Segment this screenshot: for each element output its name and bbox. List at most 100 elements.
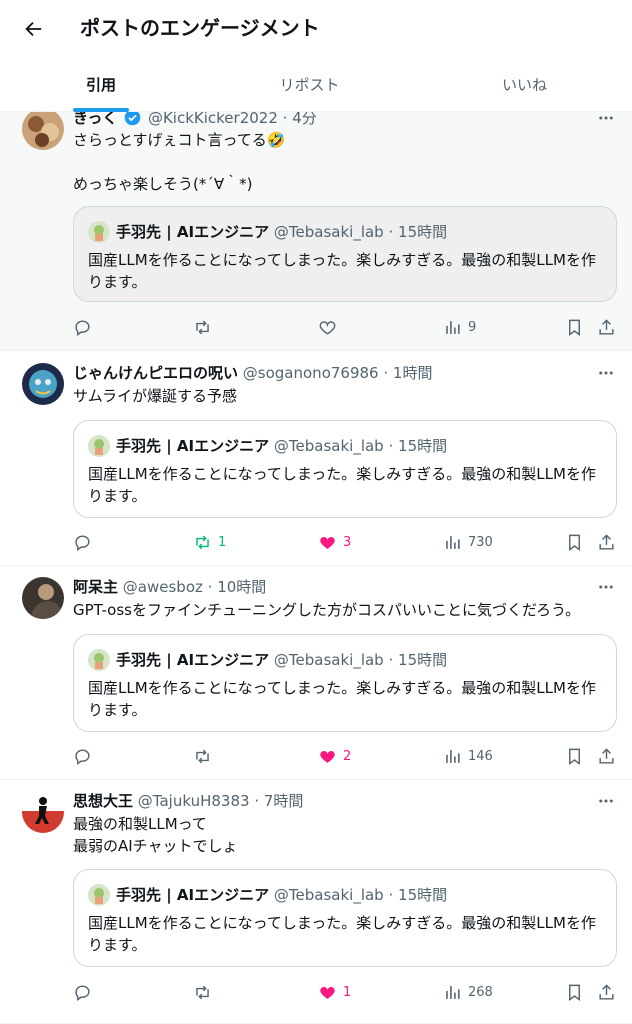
- share-button[interactable]: [597, 532, 616, 552]
- share-button[interactable]: [597, 317, 616, 337]
- reply-icon: [75, 748, 90, 765]
- post[interactable]: 思想大王 @TajukuH8383 · 7時間 最強の和製LLMって 最弱のAI…: [0, 780, 632, 1024]
- share-button[interactable]: [597, 746, 616, 766]
- quoted-time: · 15時間: [388, 437, 448, 455]
- like-count: 1: [343, 984, 352, 1000]
- share-icon: [599, 747, 614, 764]
- repost-button[interactable]: [193, 317, 218, 337]
- quoted-avatar: [88, 649, 110, 671]
- author-name[interactable]: 阿呆主: [73, 578, 118, 596]
- reply-icon: [75, 319, 90, 336]
- post[interactable]: きっく @KickKicker2022 · 4分 さらっとすげぇコト言ってる🤣 …: [0, 98, 632, 351]
- quoted-author-handle: @Tebasaki_lab: [273, 886, 384, 904]
- bookmark-icon: [569, 984, 580, 1001]
- quoted-post[interactable]: 手羽先 | AIエンジニア @Tebasaki_lab · 15時間 国産LLM…: [73, 634, 617, 732]
- author-handle[interactable]: @TajukuH8383: [138, 792, 250, 810]
- views-button[interactable]: 146: [443, 746, 493, 766]
- post-text: GPT-ossをファインチューニングした方がコスパいいことに気づくだろう。: [73, 601, 581, 619]
- reply-button[interactable]: [73, 532, 98, 552]
- quoted-time: · 15時間: [388, 651, 448, 669]
- quoted-text: 国産LLMを作ることになってしまった。楽しみすぎる。最強の和製LLMを作ります。: [88, 251, 596, 291]
- quoted-text: 国産LLMを作ることになってしまった。楽しみすぎる。最強の和製LLMを作ります。: [88, 679, 596, 719]
- share-icon: [599, 533, 614, 550]
- reply-button[interactable]: [73, 317, 98, 337]
- post[interactable]: じゃんけんピエロの呪い @soganono76986 · 1時間 サムライが爆誕…: [0, 352, 632, 566]
- repost-icon: [196, 320, 209, 334]
- avatar[interactable]: [22, 363, 64, 405]
- repost-button[interactable]: [193, 746, 218, 766]
- repost-icon: [196, 749, 209, 763]
- like-button[interactable]: [318, 317, 343, 337]
- more-button[interactable]: [594, 791, 618, 811]
- action-bar: 1 3 730: [73, 532, 618, 552]
- reply-button[interactable]: [73, 982, 98, 1002]
- share-icon: [599, 983, 614, 1000]
- quoted-author-name: 手羽先 | AIエンジニア: [116, 651, 270, 669]
- bookmark-button[interactable]: [565, 317, 584, 337]
- views-chart-icon: [446, 985, 460, 999]
- like-count: 2: [343, 748, 352, 764]
- author-name[interactable]: 思想大王: [73, 792, 133, 810]
- more-button[interactable]: [594, 363, 618, 383]
- share-button[interactable]: [597, 982, 616, 1002]
- quoted-header: 手羽先 | AIエンジニア @Tebasaki_lab · 15時間: [116, 221, 447, 243]
- post-time[interactable]: · 7時間: [254, 792, 303, 810]
- like-button[interactable]: 2: [318, 746, 351, 766]
- like-button[interactable]: 3: [318, 532, 351, 552]
- more-dots-icon: [599, 799, 613, 803]
- repost-icon: [196, 535, 209, 549]
- heart-icon: [319, 320, 336, 335]
- reply-icon: [75, 534, 90, 551]
- back-button[interactable]: [18, 14, 48, 44]
- post-header: 思想大王 @TajukuH8383 · 7時間: [73, 791, 592, 811]
- share-icon: [599, 318, 614, 335]
- quoted-post[interactable]: 手羽先 | AIエンジニア @Tebasaki_lab · 15時間 国産LLM…: [73, 420, 617, 518]
- more-button[interactable]: [594, 577, 618, 597]
- views-chart-icon: [446, 749, 460, 763]
- quoted-author-handle: @Tebasaki_lab: [273, 651, 384, 669]
- repost-button[interactable]: 1: [193, 532, 226, 552]
- page-title: ポストのエンゲージメント: [80, 16, 320, 40]
- tab-reposts[interactable]: リポスト: [202, 56, 417, 112]
- bookmark-button[interactable]: [565, 746, 584, 766]
- author-handle[interactable]: @soganono76986: [243, 364, 379, 382]
- author-name[interactable]: じゃんけんピエロの呪い: [73, 364, 238, 382]
- post-text: さらっとすげぇコト言ってる🤣 めっちゃ楽しそう(*´∀｀*): [73, 131, 286, 193]
- views-button[interactable]: 730: [443, 532, 493, 552]
- bookmark-icon: [569, 319, 580, 336]
- bookmark-button[interactable]: [565, 982, 584, 1002]
- heart-filled-icon: [320, 986, 335, 999]
- repost-button[interactable]: [193, 982, 218, 1002]
- like-button[interactable]: 1: [318, 982, 351, 1002]
- quoted-author-handle: @Tebasaki_lab: [273, 223, 384, 241]
- reply-button[interactable]: [73, 746, 98, 766]
- quoted-post[interactable]: 手羽先 | AIエンジニア @Tebasaki_lab · 15時間 国産LLM…: [73, 869, 617, 967]
- quoted-time: · 15時間: [388, 223, 448, 241]
- post-time[interactable]: · 10時間: [208, 578, 267, 596]
- action-bar: 1 268: [73, 982, 618, 1002]
- reply-icon: [75, 984, 90, 1001]
- quoted-avatar: [88, 884, 110, 906]
- tab-likes[interactable]: いいね: [417, 56, 632, 112]
- author-handle[interactable]: @awesboz: [123, 578, 203, 596]
- avatar[interactable]: [22, 577, 64, 619]
- bookmark-button[interactable]: [565, 532, 584, 552]
- quoted-author-name: 手羽先 | AIエンジニア: [116, 886, 270, 904]
- views-button[interactable]: 268: [443, 982, 493, 1002]
- quoted-author-handle: @Tebasaki_lab: [273, 437, 384, 455]
- avatar[interactable]: [22, 108, 64, 150]
- quoted-post[interactable]: 手羽先 | AIエンジニア @Tebasaki_lab · 15時間 国産LLM…: [73, 206, 617, 302]
- views-button[interactable]: 9: [443, 317, 476, 337]
- quoted-avatar: [88, 221, 110, 243]
- arrow-left-icon: [25, 21, 42, 37]
- avatar[interactable]: [22, 791, 64, 833]
- quoted-header: 手羽先 | AIエンジニア @Tebasaki_lab · 15時間: [116, 884, 447, 906]
- bookmark-icon: [569, 534, 580, 551]
- post-header: 阿呆主 @awesboz · 10時間: [73, 577, 592, 597]
- quoted-time: · 15時間: [388, 886, 448, 904]
- post-time[interactable]: · 1時間: [383, 364, 432, 382]
- views-count: 730: [468, 534, 493, 550]
- tab-quotes[interactable]: 引用: [0, 56, 202, 112]
- action-bar: 2 146: [73, 746, 618, 766]
- post[interactable]: 阿呆主 @awesboz · 10時間 GPT-ossをファインチューニングした…: [0, 566, 632, 780]
